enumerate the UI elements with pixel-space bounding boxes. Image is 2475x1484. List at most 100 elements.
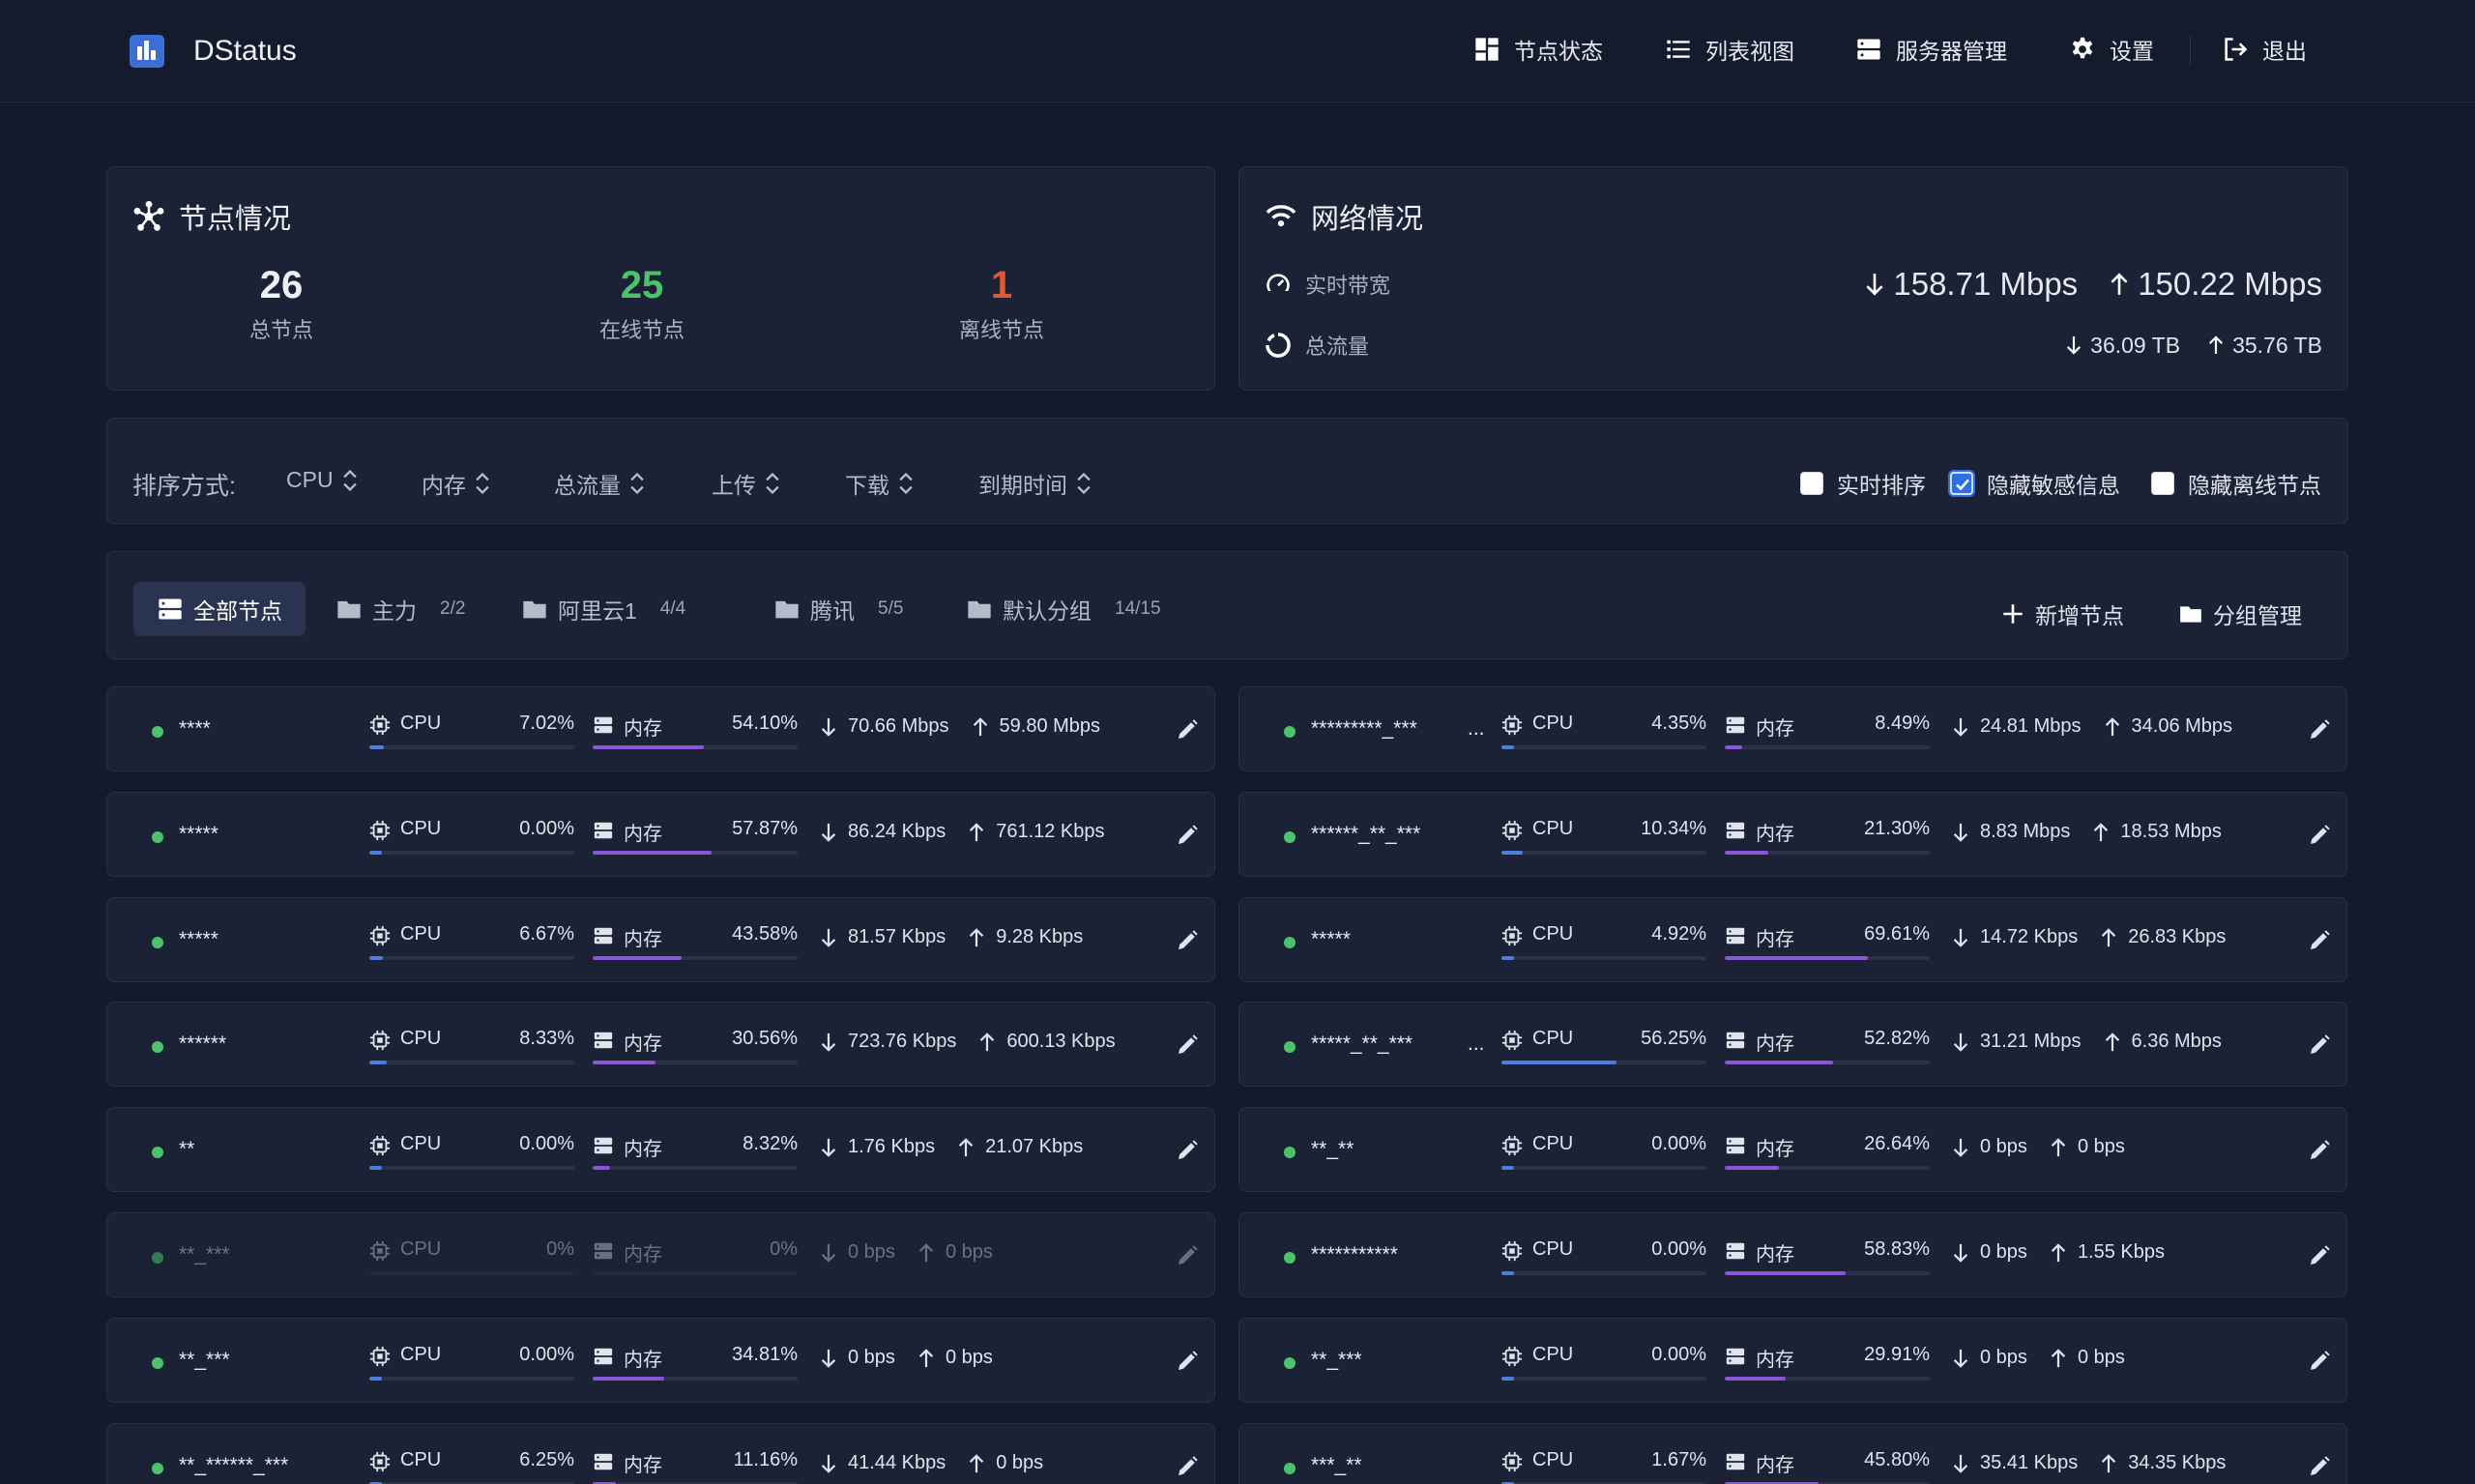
- cpu-metric: CPU 4.35%: [1501, 713, 1706, 751]
- nodes-icon: [133, 200, 164, 231]
- edit-pencil-icon[interactable]: [2308, 824, 2331, 847]
- cpu-bar-fill: [1501, 1061, 1617, 1064]
- edit-pencil-icon[interactable]: [2308, 1033, 2331, 1057]
- nav-logout[interactable]: 退出: [2222, 33, 2307, 66]
- node-card[interactable]: ***_** CPU 1.67% 内存 45.80% 35.41 Kbps 34.35 Kb…: [1238, 1423, 2347, 1484]
- group-tab-0[interactable]: 全部节点: [133, 582, 306, 636]
- memory-label: 内存: [1756, 1455, 1794, 1476]
- node-card[interactable]: *********_***... CPU 4.35% 内存 8.49% 24.81 Mbp…: [1238, 686, 2347, 771]
- edit-pencil-icon[interactable]: [1176, 718, 1199, 742]
- download-speed: 31.21 Mbps: [1980, 1031, 2082, 1052]
- memory-percent: 54.10%: [732, 713, 798, 734]
- node-name: *****: [179, 928, 218, 950]
- sort-option-1[interactable]: 内存: [422, 467, 491, 500]
- node-card[interactable]: **** CPU 7.02% 内存 54.10% 70.66 Mbps 59.80 Mbps: [106, 686, 1215, 771]
- node-card[interactable]: **_*** CPU 0.00% 内存 29.91% 0 bps 0 bps: [1238, 1318, 2347, 1403]
- sort-option-3[interactable]: 上传: [712, 467, 781, 500]
- memory-label: 内存: [624, 929, 662, 950]
- download-speed: 86.24 Kbps: [848, 821, 946, 842]
- cpu-bar-fill: [369, 1377, 382, 1381]
- edit-pencil-icon[interactable]: [1176, 1033, 1199, 1057]
- group-tab-3[interactable]: 腾讯 5/5: [750, 582, 926, 636]
- node-card[interactable]: **_*** CPU 0% 内存 0% 0 bps 0 bps: [106, 1212, 1215, 1297]
- hide-sensitive-toggle[interactable]: 隐藏敏感信息: [1950, 467, 2120, 500]
- download-speed: 24.81 Mbps: [1980, 715, 2082, 737]
- plus-icon: [2003, 604, 2023, 624]
- memory-label: 内存: [1756, 1350, 1794, 1371]
- upload-speed: 34.06 Mbps: [2131, 715, 2233, 737]
- node-card[interactable]: **_*** CPU 0.00% 内存 34.81% 0 bps 0 bps: [106, 1318, 1215, 1403]
- traffic-up: 35.76 TB: [2207, 333, 2322, 359]
- edit-pencil-icon[interactable]: [2308, 1244, 2331, 1267]
- hide-offline-toggle[interactable]: 隐藏离线节点: [2151, 467, 2321, 500]
- cpu-label: CPU: [400, 818, 442, 839]
- nav-logout-label: 退出: [2262, 39, 2307, 64]
- upload-speed: 0 bps: [996, 1452, 1044, 1473]
- arrow-down-icon: [1953, 1454, 1968, 1473]
- edit-pencil-icon[interactable]: [2308, 1139, 2331, 1162]
- logo-icon[interactable]: [130, 35, 164, 68]
- cpu-label: CPU: [1532, 713, 1574, 734]
- memory-bar: [1725, 1061, 1930, 1064]
- edit-pencil-icon[interactable]: [1176, 824, 1199, 847]
- app-title[interactable]: DStatus: [193, 35, 297, 68]
- sort-option-4[interactable]: 下载: [845, 467, 915, 500]
- memory-metric: 内存 54.10%: [593, 713, 798, 751]
- group-tab-2[interactable]: 阿里云1 4/4: [498, 582, 709, 636]
- nav-list[interactable]: 列表视图: [1665, 33, 1794, 66]
- add-node-button[interactable]: 新增节点: [2000, 597, 2124, 630]
- hide-sensitive-label: 隐藏敏感信息: [1987, 473, 2120, 498]
- nav-status[interactable]: 节点状态: [1473, 33, 1603, 66]
- node-card[interactable]: ***** CPU 0.00% 内存 57.87% 86.24 Kbps 761.12 Kb…: [106, 792, 1215, 877]
- memory-icon: [594, 716, 613, 734]
- hide-sensitive-checkbox[interactable]: [1950, 472, 1973, 495]
- nav-servers[interactable]: 服务器管理: [1855, 33, 2007, 66]
- node-card[interactable]: **_** CPU 0.00% 内存 26.64% 0 bps 0 bps: [1238, 1107, 2347, 1192]
- sort-option-0[interactable]: CPU: [286, 467, 359, 493]
- download-speed: 0 bps: [848, 1347, 895, 1368]
- download-speed: 0 bps: [848, 1241, 895, 1263]
- edit-pencil-icon[interactable]: [1176, 929, 1199, 952]
- edit-pencil-icon[interactable]: [2308, 1350, 2331, 1373]
- memory-percent: 0%: [770, 1238, 798, 1260]
- download-speed: 81.57 Kbps: [848, 926, 946, 947]
- edit-pencil-icon[interactable]: [2308, 929, 2331, 952]
- dashboard-icon: [1475, 38, 1499, 61]
- group-tab-label: 全部节点: [193, 598, 282, 624]
- node-card[interactable]: *********** CPU 0.00% 内存 58.83% 0 bps 1.55 Kbp…: [1238, 1212, 2347, 1297]
- node-card[interactable]: ***** CPU 4.92% 内存 69.61% 14.72 Kbps 26.83 Kbp…: [1238, 897, 2347, 982]
- edit-pencil-icon[interactable]: [1176, 1139, 1199, 1162]
- download-speed: 1.76 Kbps: [848, 1136, 936, 1157]
- manage-groups-button[interactable]: 分组管理: [2178, 597, 2302, 630]
- group-tab-4[interactable]: 默认分组 14/15: [943, 582, 1184, 636]
- node-name: **_******_***: [179, 1454, 289, 1476]
- edit-pencil-icon[interactable]: [2308, 718, 2331, 742]
- sort-option-5[interactable]: 到期时间: [978, 467, 1092, 500]
- group-tab-1[interactable]: 主力 2/2: [312, 582, 488, 636]
- group-tab-count: 14/15: [1115, 598, 1161, 619]
- hide-offline-checkbox[interactable]: [2151, 472, 2174, 495]
- node-card[interactable]: *****_**_***... CPU 56.25% 内存 52.82% 31.21 Mb…: [1238, 1002, 2347, 1087]
- arrow-down-icon: [821, 928, 836, 947]
- edit-pencil-icon[interactable]: [1176, 1244, 1199, 1267]
- cpu-bar-fill: [369, 956, 384, 960]
- realtime-sort-checkbox[interactable]: [1800, 472, 1823, 495]
- node-card[interactable]: ** CPU 0.00% 内存 8.32% 1.76 Kbps 21.07 Kbps: [106, 1107, 1215, 1192]
- node-traffic: 24.81 Mbps 34.06 Mbps: [1951, 715, 2232, 738]
- edit-pencil-icon[interactable]: [1176, 1455, 1199, 1478]
- edit-pencil-icon[interactable]: [2308, 1455, 2331, 1478]
- memory-percent: 30.56%: [732, 1028, 798, 1049]
- node-card[interactable]: ***** CPU 6.67% 内存 43.58% 81.57 Kbps 9.28 Kbps: [106, 897, 1215, 982]
- realtime-sort-toggle[interactable]: 实时排序: [1800, 467, 1926, 500]
- memory-percent: 43.58%: [732, 923, 798, 945]
- edit-pencil-icon[interactable]: [1176, 1350, 1199, 1373]
- nav-settings[interactable]: 设置: [2069, 33, 2154, 66]
- node-card[interactable]: **_******_*** CPU 6.25% 内存 11.16% 41.44 Kbps 0…: [106, 1423, 1215, 1484]
- cpu-percent: 8.33%: [519, 1028, 574, 1049]
- memory-percent: 52.82%: [1864, 1028, 1930, 1049]
- node-card[interactable]: ****** CPU 8.33% 内存 30.56% 723.76 Kbps 600.13 …: [106, 1002, 1215, 1087]
- sort-option-2[interactable]: 总流量: [554, 467, 646, 500]
- memory-bar: [593, 1271, 798, 1275]
- node-card[interactable]: ******_**_*** CPU 10.34% 内存 21.30% 8.83 Mbps 1…: [1238, 792, 2347, 877]
- status-dot: [1284, 1252, 1296, 1264]
